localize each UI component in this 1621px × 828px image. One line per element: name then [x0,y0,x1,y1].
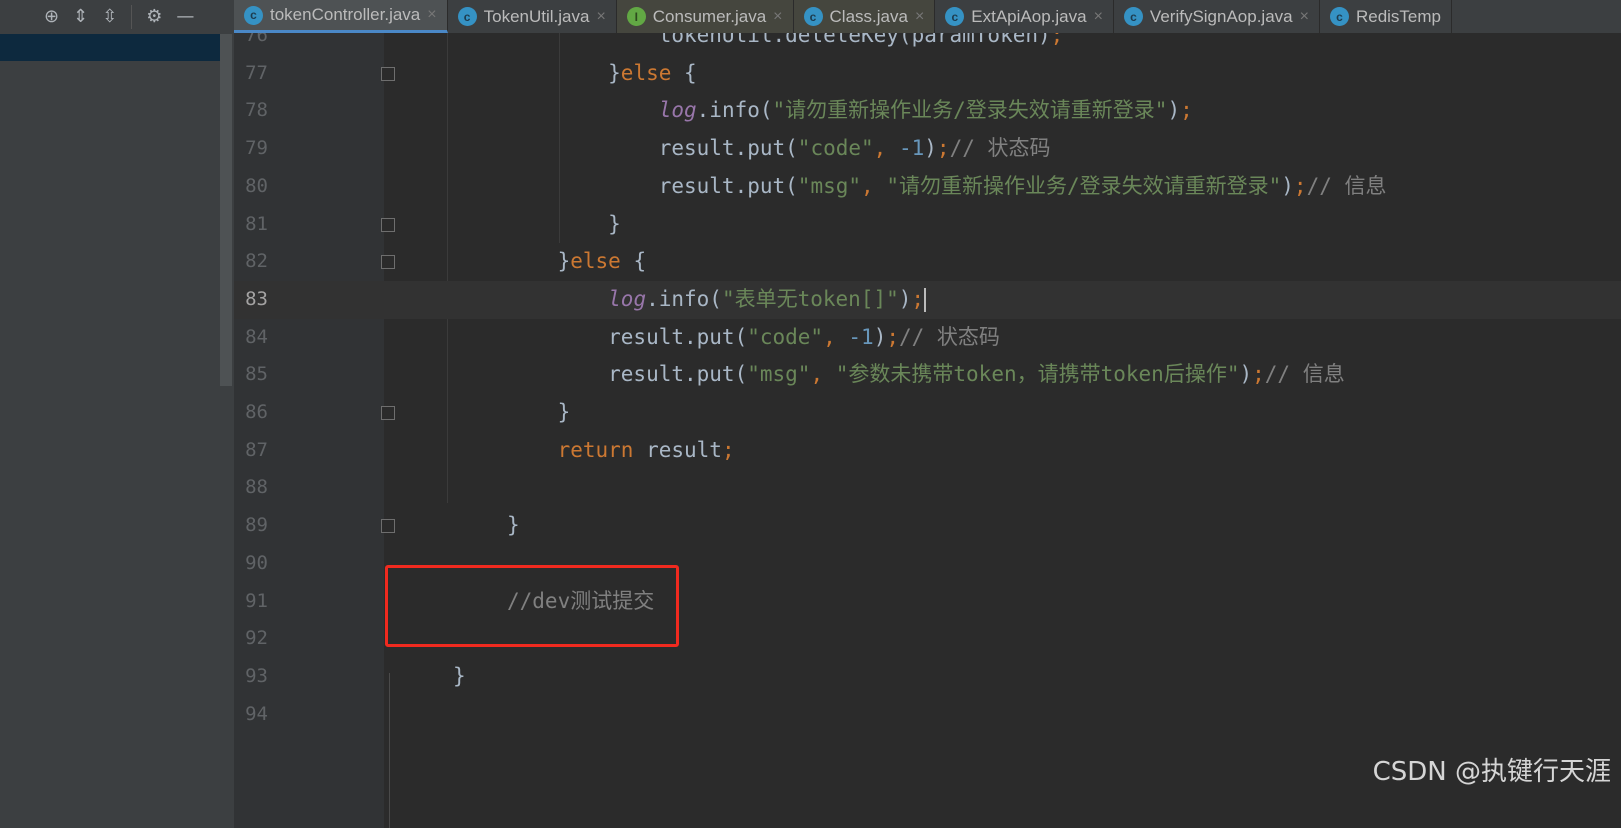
highlight-box [385,565,679,647]
close-icon[interactable]: × [773,8,782,26]
line-number: 88 [245,476,268,499]
line-number: 86 [245,401,268,423]
class-file-icon: c [803,7,823,26]
tab-label: Class.java [829,6,908,26]
code-text: result.put("msg", "请勿重新操作业务/登录失效请重新登录");… [507,173,1387,198]
line-number: 82 [245,250,268,273]
tab-redistemp[interactable]: c RedisTemp [1319,0,1453,33]
code-text: result.put("msg", "参数未携带token，请携带token后操… [507,362,1345,387]
code-line[interactable]: 81 } [234,206,1621,244]
line-number: 92 [245,627,268,650]
code-line[interactable]: 77 }else { [234,55,1621,93]
code-line[interactable]: 82 }else { [234,243,1621,281]
gear-icon[interactable]: ⚙ [146,6,162,27]
tab-tokenutil-java[interactable]: c TokenUtil.java × [447,0,617,33]
fold-icon[interactable] [381,406,395,420]
class-file-icon: c [945,7,965,26]
tab-label: tokenController.java [270,5,421,24]
fold-icon[interactable] [381,255,395,270]
code-line[interactable]: 83 log.info("表单无token[]"); [234,280,1621,319]
code-line[interactable]: 85 result.put("msg", "参数未携带token，请携带toke… [234,356,1621,394]
fold-icon[interactable] [381,66,395,81]
code-line[interactable]: 86 } [234,394,1621,432]
expand-all-icon[interactable]: ⇕ [73,6,88,27]
panel-toolbar: ⊕ ⇕ ⇳ ⚙ — [0,0,234,33]
line-number: 77 [245,61,268,84]
code-line[interactable]: 89} [234,507,1621,545]
close-icon[interactable]: × [596,8,605,26]
minimize-icon[interactable]: — [176,6,194,27]
tab-tokencontroller-java[interactable]: c tokenController.java × [234,0,448,33]
scrollbar[interactable] [220,34,232,386]
fold-icon[interactable] [381,217,395,232]
code-line[interactable]: 76 tokenUtil.deleteKey(paramToken); [234,33,1621,55]
class-file-icon: c [244,5,263,25]
code-line[interactable]: 80 result.put("msg", "请勿重新操作业务/登录失效请重新登录… [234,168,1621,206]
editor-tabs: c tokenController.java × c TokenUtil.java × I C… [234,0,1621,33]
fold-icon[interactable] [381,519,395,534]
line-number: 85 [245,363,268,386]
class-file-icon: c [1329,7,1349,26]
line-number: 87 [245,438,268,461]
line-number: 79 [245,137,268,160]
code-line[interactable]: 84 result.put("code", -1);// 状态码 [234,319,1621,357]
project-panel [0,0,234,828]
code-line[interactable]: 87 return result; [234,432,1621,470]
code-text: log.info("表单无token[]"); [608,286,927,312]
code-line[interactable]: 94 [234,696,1621,734]
code-text: } [507,513,520,538]
code-line[interactable]: 88 [234,469,1621,507]
class-file-icon: c [457,7,477,26]
code-line[interactable]: 93} [234,658,1621,696]
close-icon[interactable]: × [1300,8,1309,26]
code-text: log.info("请勿重新操作业务/登录失效请重新登录"); [658,98,1193,123]
divider [131,4,133,29]
collapse-all-icon[interactable]: ⇳ [102,6,117,27]
close-icon[interactable]: × [427,6,436,24]
line-number: 81 [245,212,268,235]
code-text: result.put("code", -1);// 状态码 [507,136,1051,161]
code-line[interactable]: 79 result.put("code", -1);// 状态码 [234,130,1621,168]
line-number: 83 [245,287,268,310]
selected-tree-item[interactable] [0,34,220,61]
line-number: 89 [245,514,268,537]
tab-label: Consumer.java [652,6,767,26]
code-text: }else { [507,249,647,274]
tab-extapiaop-java[interactable]: c ExtApiAop.java × [935,0,1114,33]
line-number: 91 [245,589,268,612]
code-text: return result; [557,437,735,462]
code-text: tokenUtil.deleteKey(paramToken); [507,33,1064,47]
tab-label: ExtApiAop.java [971,6,1087,26]
code-text: }else { [507,60,697,85]
code-editor[interactable]: 76 tokenUtil.deleteKey(paramToken); 77 }e… [234,33,1621,828]
close-icon[interactable]: × [1094,8,1103,26]
line-number: 94 [245,702,268,725]
line-number: 76 [245,33,268,46]
code-line[interactable]: 78 log.info("请勿重新操作业务/登录失效请重新登录"); [234,92,1621,130]
line-number: 84 [245,325,268,348]
close-icon[interactable]: × [915,8,924,26]
locate-icon[interactable]: ⊕ [44,6,59,27]
line-number: 78 [245,99,268,122]
interface-file-icon: I [626,7,646,26]
code-text: } [507,400,571,424]
tab-verifysignaop-java[interactable]: c VerifySignAop.java × [1113,0,1320,33]
code-text: result.put("code", -1);// 状态码 [507,324,1000,349]
line-number: 80 [245,174,268,197]
tab-label: TokenUtil.java [483,6,590,26]
tab-label: VerifySignAop.java [1149,6,1293,26]
tab-label: RedisTemp [1355,6,1442,26]
line-number: 93 [245,664,268,687]
watermark: CSDN @执键行天涯 [1372,757,1611,787]
line-number: 90 [245,551,268,574]
tab-class-java[interactable]: c Class.java × [793,0,936,33]
class-file-icon: c [1123,7,1143,26]
code-text: } [507,211,621,236]
tab-consumer-java[interactable]: I Consumer.java × [616,0,794,33]
